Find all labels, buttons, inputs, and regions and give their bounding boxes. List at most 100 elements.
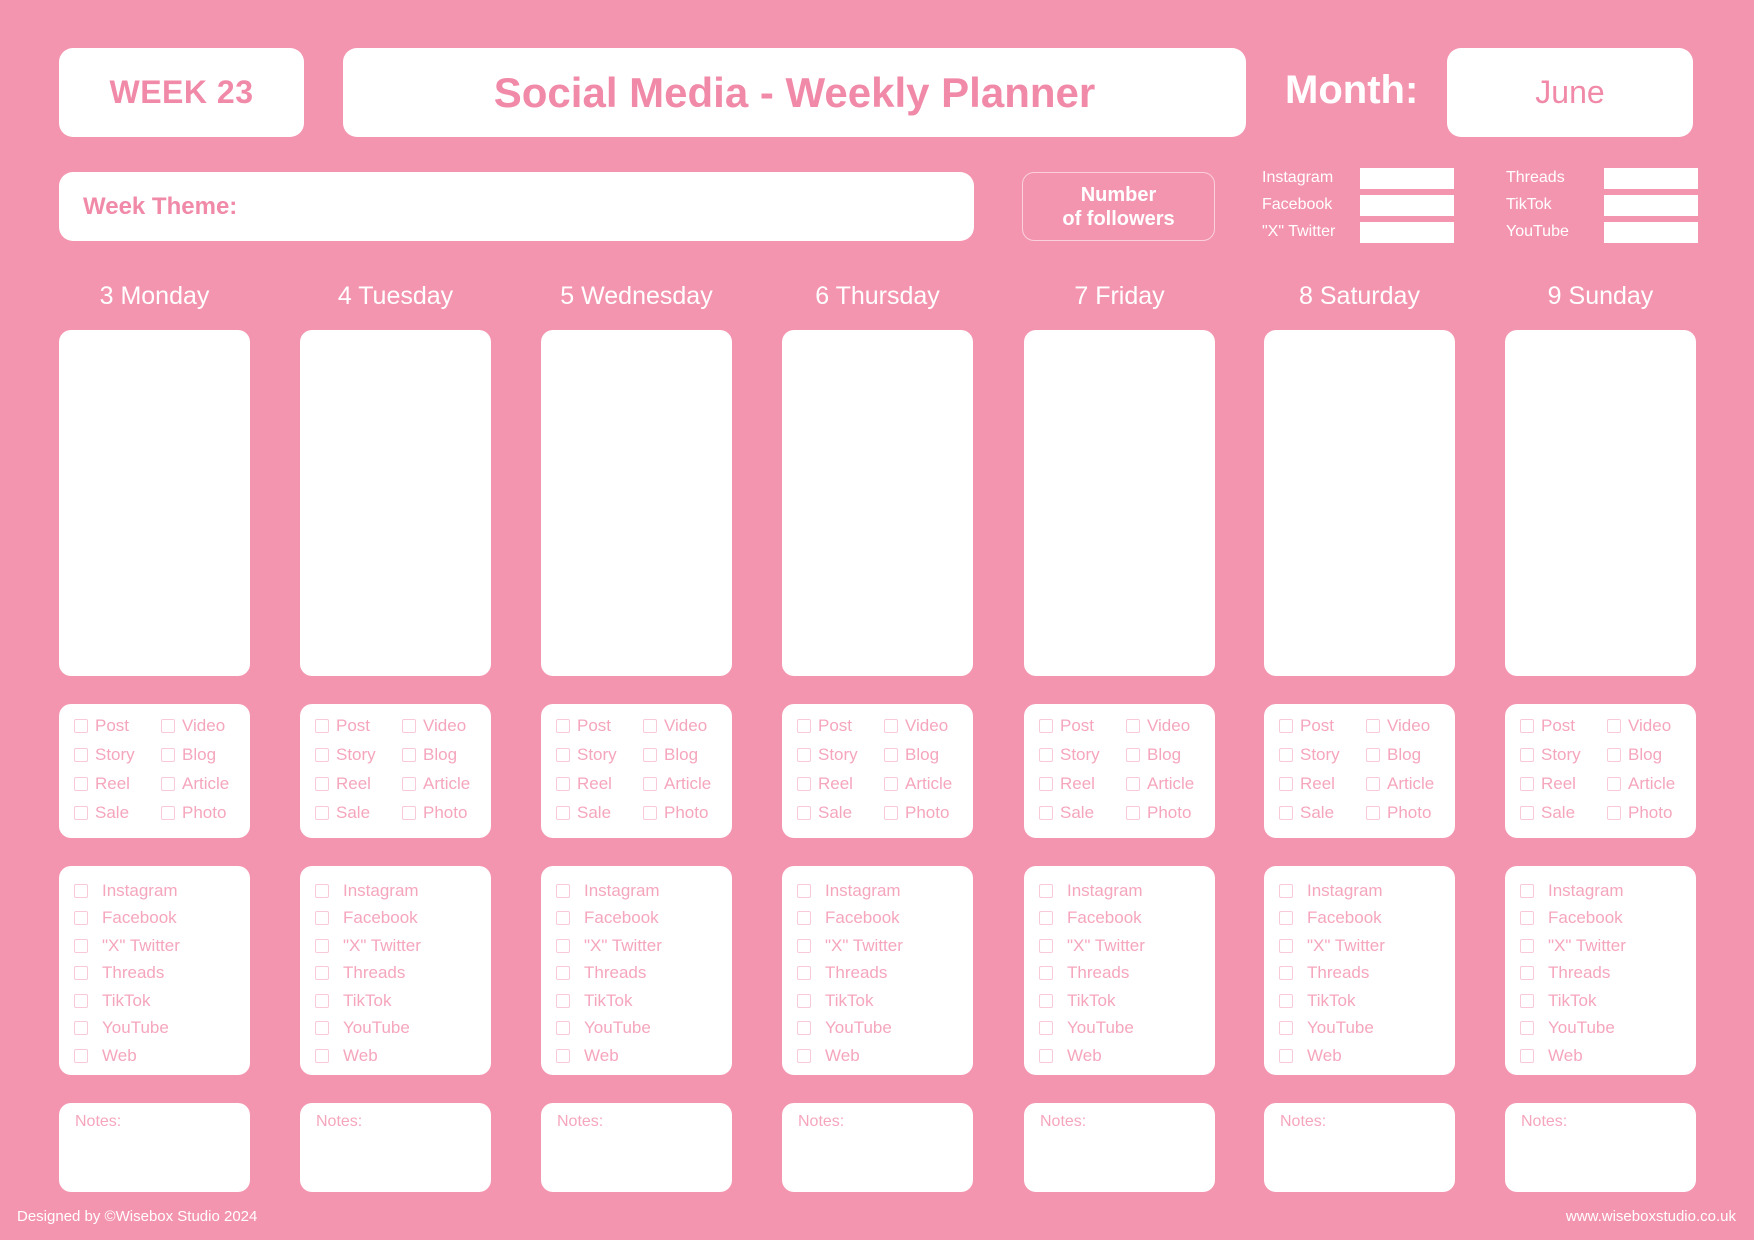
checkbox[interactable] xyxy=(797,1021,811,1036)
checkbox[interactable] xyxy=(884,719,898,733)
content-type-option[interactable]: Post xyxy=(1520,716,1607,736)
checkbox[interactable] xyxy=(1520,806,1534,820)
content-type-option[interactable]: Story xyxy=(1520,745,1607,765)
content-type-option[interactable]: Sale xyxy=(1520,803,1607,823)
checkbox[interactable] xyxy=(74,748,88,762)
week-theme-field[interactable]: Week Theme: xyxy=(59,172,974,241)
platform-option[interactable]: "X" Twitter xyxy=(1279,932,1385,960)
checkbox[interactable] xyxy=(1520,883,1534,898)
checkbox[interactable] xyxy=(1607,748,1621,762)
checkbox[interactable] xyxy=(402,777,416,791)
checkbox[interactable] xyxy=(884,777,898,791)
notes-field[interactable]: Notes: xyxy=(59,1103,250,1192)
notes-field[interactable]: Notes: xyxy=(1264,1103,1455,1192)
day-content-area[interactable] xyxy=(1264,330,1455,676)
checkbox[interactable] xyxy=(643,777,657,791)
platform-option[interactable]: TikTok xyxy=(315,987,421,1015)
checkbox[interactable] xyxy=(1366,777,1380,791)
content-type-option[interactable]: Blog xyxy=(161,745,241,765)
content-type-option[interactable]: Photo xyxy=(643,803,723,823)
platform-option[interactable]: TikTok xyxy=(1279,987,1385,1015)
checkbox[interactable] xyxy=(315,883,329,898)
checkbox[interactable] xyxy=(884,748,898,762)
content-type-option[interactable]: Article xyxy=(884,774,964,794)
content-type-option[interactable]: Post xyxy=(556,716,643,736)
checkbox[interactable] xyxy=(1607,719,1621,733)
checkbox[interactable] xyxy=(1039,1021,1053,1036)
checkbox[interactable] xyxy=(315,938,329,953)
platform-option[interactable]: Threads xyxy=(797,960,903,988)
day-content-area[interactable] xyxy=(300,330,491,676)
checkbox[interactable] xyxy=(315,748,329,762)
platform-option[interactable]: Facebook xyxy=(797,905,903,933)
platform-option[interactable]: YouTube xyxy=(797,1015,903,1043)
checkbox[interactable] xyxy=(315,993,329,1008)
checkbox[interactable] xyxy=(643,719,657,733)
checkbox[interactable] xyxy=(1279,806,1293,820)
content-type-option[interactable]: Reel xyxy=(556,774,643,794)
platform-option[interactable]: TikTok xyxy=(74,987,180,1015)
checkbox[interactable] xyxy=(1279,719,1293,733)
platform-option[interactable]: TikTok xyxy=(1039,987,1145,1015)
follower-count-field[interactable] xyxy=(1360,221,1454,243)
follower-count-field[interactable] xyxy=(1604,167,1698,189)
checkbox[interactable] xyxy=(1039,938,1053,953)
checkbox[interactable] xyxy=(1039,966,1053,981)
content-type-option[interactable]: Video xyxy=(884,716,964,736)
platform-option[interactable]: YouTube xyxy=(315,1015,421,1043)
checkbox[interactable] xyxy=(884,806,898,820)
content-type-option[interactable]: Story xyxy=(556,745,643,765)
content-type-option[interactable]: Article xyxy=(161,774,241,794)
content-type-option[interactable]: Article xyxy=(402,774,482,794)
content-type-option[interactable]: Blog xyxy=(1126,745,1206,765)
content-type-option[interactable]: Photo xyxy=(884,803,964,823)
checkbox[interactable] xyxy=(797,748,811,762)
checkbox[interactable] xyxy=(1279,993,1293,1008)
platform-option[interactable]: Threads xyxy=(1520,960,1626,988)
checkbox[interactable] xyxy=(1126,748,1140,762)
day-content-area[interactable] xyxy=(541,330,732,676)
checkbox[interactable] xyxy=(74,993,88,1008)
notes-field[interactable]: Notes: xyxy=(300,1103,491,1192)
checkbox[interactable] xyxy=(74,911,88,926)
platform-option[interactable]: "X" Twitter xyxy=(797,932,903,960)
platform-option[interactable]: Facebook xyxy=(74,905,180,933)
checkbox[interactable] xyxy=(74,806,88,820)
notes-field[interactable]: Notes: xyxy=(1024,1103,1215,1192)
platform-option[interactable]: "X" Twitter xyxy=(74,932,180,960)
platform-option[interactable]: Instagram xyxy=(797,877,903,905)
content-type-option[interactable]: Sale xyxy=(315,803,402,823)
checkbox[interactable] xyxy=(315,719,329,733)
checkbox[interactable] xyxy=(74,719,88,733)
platform-option[interactable]: TikTok xyxy=(1520,987,1626,1015)
content-type-option[interactable]: Post xyxy=(315,716,402,736)
notes-field[interactable]: Notes: xyxy=(782,1103,973,1192)
checkbox[interactable] xyxy=(402,748,416,762)
checkbox[interactable] xyxy=(1520,993,1534,1008)
content-type-option[interactable]: Photo xyxy=(1126,803,1206,823)
content-type-option[interactable]: Video xyxy=(643,716,723,736)
platform-option[interactable]: "X" Twitter xyxy=(1039,932,1145,960)
checkbox[interactable] xyxy=(161,748,175,762)
content-type-option[interactable]: Article xyxy=(1126,774,1206,794)
platform-option[interactable]: Facebook xyxy=(1520,905,1626,933)
content-type-option[interactable]: Post xyxy=(797,716,884,736)
checkbox[interactable] xyxy=(74,966,88,981)
content-type-option[interactable]: Blog xyxy=(402,745,482,765)
platform-option[interactable]: Threads xyxy=(1039,960,1145,988)
content-type-option[interactable]: Reel xyxy=(1520,774,1607,794)
content-type-option[interactable]: Photo xyxy=(161,803,241,823)
content-type-option[interactable]: Post xyxy=(1279,716,1366,736)
checkbox[interactable] xyxy=(643,748,657,762)
platform-option[interactable]: Web xyxy=(556,1042,662,1070)
follower-count-field[interactable] xyxy=(1604,194,1698,216)
platform-option[interactable]: YouTube xyxy=(1520,1015,1626,1043)
checkbox[interactable] xyxy=(556,748,570,762)
content-type-option[interactable]: Reel xyxy=(74,774,161,794)
checkbox[interactable] xyxy=(1607,806,1621,820)
content-type-option[interactable]: Story xyxy=(797,745,884,765)
checkbox[interactable] xyxy=(161,777,175,791)
content-type-option[interactable]: Sale xyxy=(797,803,884,823)
day-content-area[interactable] xyxy=(1024,330,1215,676)
checkbox[interactable] xyxy=(1520,1048,1534,1063)
